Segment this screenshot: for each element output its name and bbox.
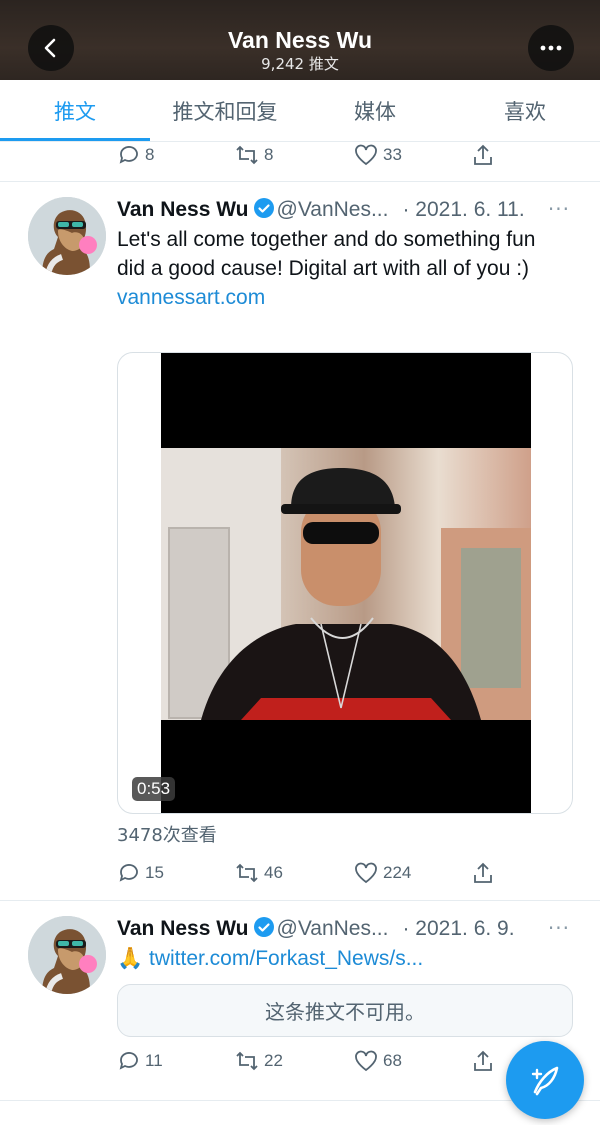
- tab-likes[interactable]: 喜欢: [450, 80, 600, 141]
- tab-tweets[interactable]: 推文: [0, 80, 150, 141]
- unavailable-quote-card: 这条推文不可用。: [117, 984, 573, 1037]
- avatar[interactable]: [28, 197, 106, 275]
- tweet-divider: [0, 181, 600, 182]
- ape-avatar-icon: [28, 197, 106, 275]
- tweet-text: 🙏 twitter.com/Forkast_News/s...: [117, 944, 557, 973]
- video-duration: 0:53: [132, 777, 176, 801]
- profile-name: Van Ness Wu: [227, 27, 373, 53]
- tweet-video-card[interactable]: 0:53: [117, 352, 573, 814]
- reply-button[interactable]: 11: [117, 1049, 163, 1073]
- author-name[interactable]: Van Ness Wu: [117, 198, 249, 221]
- tweet-link[interactable]: vannessart.com: [117, 283, 557, 312]
- ape-avatar-icon: [28, 916, 106, 994]
- video-player[interactable]: [161, 353, 531, 813]
- compose-tweet-button[interactable]: [506, 1041, 584, 1119]
- like-count: 224: [383, 863, 412, 882]
- tweet-date[interactable]: · 2021. 6. 9.: [402, 917, 514, 940]
- video-frame: [161, 448, 531, 720]
- profile-tabs: 推文 推文和回复 媒体 喜欢: [0, 80, 600, 142]
- verified-badge-icon: [253, 917, 274, 937]
- tweet-options-icon[interactable]: ···: [548, 197, 570, 221]
- tweet-header: Van Ness Wu @VanNes... · 2021. 6. 11.: [117, 197, 525, 222]
- like-button[interactable]: 224: [353, 861, 411, 885]
- share-button[interactable]: [471, 861, 495, 885]
- retweet-icon: [236, 863, 258, 883]
- reply-button[interactable]: 8: [117, 143, 154, 167]
- tweet-date[interactable]: · 2021. 6. 11.: [402, 198, 524, 221]
- share-icon: [474, 1050, 492, 1071]
- retweet-button[interactable]: 22: [234, 1049, 283, 1073]
- reply-count: 15: [145, 863, 164, 882]
- author-name[interactable]: Van Ness Wu: [117, 917, 249, 940]
- tweet-link[interactable]: twitter.com/Forkast_News/s...: [149, 947, 423, 970]
- heart-icon: [355, 144, 377, 166]
- verified-badge-icon: [253, 198, 274, 218]
- share-button[interactable]: [471, 143, 495, 167]
- retweet-count: 22: [264, 1051, 283, 1070]
- tweet-header: Van Ness Wu @VanNes... · 2021. 6. 9.: [117, 916, 515, 941]
- author-handle[interactable]: @VanNes...: [277, 917, 389, 940]
- reply-icon: [119, 146, 138, 164]
- retweet-count: 46: [264, 863, 283, 882]
- reply-button[interactable]: 15: [117, 861, 164, 885]
- reply-count: 11: [145, 1051, 163, 1070]
- tweet-text: Let's all come together and do something…: [117, 225, 557, 312]
- compose-feather-icon: [531, 1066, 559, 1096]
- video-person-image: [161, 448, 531, 720]
- prev-tweet-actions: 8 8 33: [117, 143, 577, 169]
- tweet-body: Let's all come together and do something…: [117, 228, 536, 280]
- heart-icon: [355, 862, 377, 884]
- retweet-icon: [236, 1051, 258, 1071]
- reply-icon: [119, 1052, 138, 1070]
- tweet-divider: [0, 900, 600, 901]
- retweet-count: 8: [264, 145, 274, 164]
- like-count: 68: [383, 1051, 402, 1070]
- share-icon: [474, 144, 492, 165]
- profile-header: Van Ness Wu 9,242 推文: [0, 0, 600, 80]
- heart-icon: [355, 1050, 377, 1072]
- like-count: 33: [383, 145, 402, 164]
- tweet-options-icon[interactable]: ···: [548, 916, 570, 940]
- next-tweet-edge: [0, 1100, 600, 1125]
- author-handle[interactable]: @VanNes...: [277, 198, 389, 221]
- reply-icon: [119, 864, 138, 882]
- like-button[interactable]: 68: [353, 1049, 402, 1073]
- reply-count: 8: [145, 145, 155, 164]
- tweet-count: 9,242 推文: [261, 55, 339, 73]
- retweet-button[interactable]: 46: [234, 861, 283, 885]
- like-button[interactable]: 33: [353, 143, 402, 167]
- share-button[interactable]: [471, 1049, 495, 1073]
- share-icon: [474, 862, 492, 883]
- retweet-button[interactable]: 8: [234, 143, 273, 167]
- folded-hands-emoji: 🙏: [117, 947, 144, 970]
- retweet-icon: [236, 145, 258, 165]
- avatar[interactable]: [28, 916, 106, 994]
- more-icon: [540, 45, 562, 51]
- view-count: 3478次查看: [117, 825, 217, 846]
- tab-tweets-and-replies[interactable]: 推文和回复: [150, 80, 300, 141]
- tab-media[interactable]: 媒体: [300, 80, 450, 141]
- tweet1-actions: 15 46 224: [117, 861, 577, 887]
- more-options-button[interactable]: [528, 25, 574, 71]
